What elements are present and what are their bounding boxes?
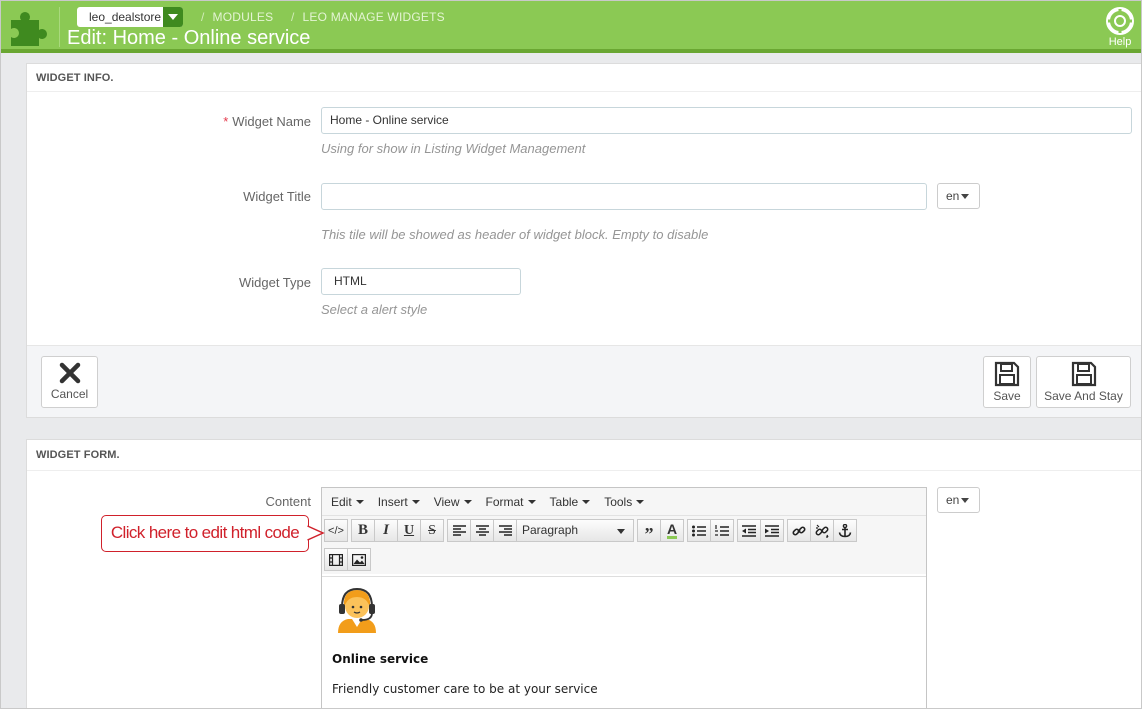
- image-icon: [352, 553, 366, 566]
- store-select-value: leo_dealstore: [89, 10, 162, 24]
- top-header: leo_dealstore / MODULES / LEO MANAGE WIDGE…: [1, 1, 1141, 53]
- numbered-list-button[interactable]: [710, 519, 734, 542]
- caret-down-icon: [961, 498, 970, 503]
- numbered-list-icon: [715, 524, 729, 536]
- store-select[interactable]: leo_dealstore: [77, 7, 183, 27]
- widget-title-hint: This tile will be showed as header of wi…: [321, 227, 709, 242]
- widget-title-label: Widget Title: [243, 189, 311, 204]
- content-label: Content: [265, 494, 311, 509]
- bold-button[interactable]: B: [351, 519, 375, 542]
- align-center-icon: [475, 524, 489, 536]
- breadcrumb-leo-manage-widgets[interactable]: / LEO MANAGE WIDGETS: [291, 10, 445, 24]
- editor-content-area[interactable]: Online service Friendly customer care to…: [322, 576, 926, 708]
- content-language-button[interactable]: en: [937, 487, 980, 513]
- indent-icon: [765, 524, 779, 537]
- page-title: Edit: Home - Online service: [67, 27, 311, 49]
- widget-name-input[interactable]: Home - Online service: [321, 107, 1132, 134]
- widget-type-label: Widget Type: [238, 275, 311, 290]
- panel-footer: Cancel Save Save And Stay: [27, 345, 1141, 417]
- widget-type-select[interactable]: HTML: [321, 268, 521, 295]
- chevron-down-icon: [163, 7, 183, 27]
- align-center-button[interactable]: [470, 519, 494, 542]
- source-code-button[interactable]: </>: [324, 519, 348, 542]
- editor-toolbar-row-2: [322, 545, 926, 574]
- insert-link-button[interactable]: [787, 519, 811, 542]
- bullet-list-icon: [692, 525, 706, 536]
- align-left-icon: [452, 524, 466, 536]
- widget-info-panel: WIDGET INFO. * Widget Name Home - Online …: [26, 63, 1141, 418]
- callout-pointer: [307, 525, 325, 541]
- strikethrough-button[interactable]: S: [420, 519, 444, 542]
- cancel-button[interactable]: Cancel: [41, 356, 98, 408]
- help-button[interactable]: Help: [1103, 7, 1137, 48]
- underline-button[interactable]: U: [397, 519, 421, 542]
- breadcrumb-modules[interactable]: / MODULES: [201, 10, 273, 24]
- anchor-button[interactable]: [833, 519, 857, 542]
- editor-toolbar-row-1: </> B I U S Paragraph ” A: [322, 516, 926, 545]
- help-label: Help: [1108, 36, 1132, 48]
- save-and-stay-button[interactable]: Save And Stay: [1036, 356, 1131, 408]
- editor-menubar: Edit Insert View Format Table Tools: [322, 488, 926, 516]
- widget-name-hint: Using for show in Listing Widget Managem…: [321, 141, 586, 156]
- block-format-select[interactable]: Paragraph: [516, 519, 634, 542]
- annotation-callout: Click here to edit html code: [101, 515, 309, 552]
- puzzle-icon: [11, 12, 47, 46]
- header-separator: [59, 7, 60, 47]
- remove-link-button[interactable]: [810, 519, 834, 542]
- align-left-button[interactable]: [447, 519, 471, 542]
- widget-type-hint: Select a alert style: [321, 302, 428, 317]
- bullet-list-button[interactable]: [687, 519, 711, 542]
- menu-format[interactable]: Format: [479, 495, 543, 509]
- rich-text-editor: Edit Insert View Format Table Tools </> …: [321, 487, 927, 708]
- align-right-button[interactable]: [493, 519, 517, 542]
- unlink-icon: [815, 524, 829, 538]
- floppy-disk-icon: [994, 361, 1020, 387]
- text-color-icon: A: [666, 521, 678, 539]
- film-icon: [329, 553, 343, 566]
- caret-down-icon: [961, 194, 970, 199]
- text-color-button[interactable]: A: [660, 519, 684, 542]
- menu-view[interactable]: View: [427, 495, 479, 509]
- menu-tools[interactable]: Tools: [597, 495, 651, 509]
- customer-service-icon: [338, 587, 376, 633]
- blockquote-button[interactable]: ”: [637, 519, 661, 543]
- menu-table[interactable]: Table: [543, 495, 598, 509]
- widget-title-input[interactable]: [321, 183, 927, 210]
- title-language-button[interactable]: en: [937, 183, 980, 209]
- indent-button[interactable]: [760, 519, 784, 542]
- outdent-icon: [742, 524, 756, 537]
- widget-name-label: * Widget Name: [223, 114, 311, 129]
- italic-button[interactable]: I: [374, 519, 398, 542]
- app-window: leo_dealstore / MODULES / LEO MANAGE WIDGE…: [0, 0, 1142, 709]
- widget-info-heading: WIDGET INFO.: [27, 64, 1141, 92]
- widget-form-panel: WIDGET FORM. Content Edit Insert View Fo…: [26, 439, 1141, 708]
- outdent-button[interactable]: [737, 519, 761, 542]
- content-paragraph: Friendly customer care to be at your ser…: [332, 682, 598, 696]
- widget-form-heading: WIDGET FORM.: [27, 440, 1141, 471]
- lifebuoy-icon: [1106, 7, 1134, 35]
- insert-video-button[interactable]: [324, 548, 348, 571]
- save-button[interactable]: Save: [983, 356, 1031, 408]
- link-icon: [792, 525, 806, 536]
- floppy-disk-icon: [1071, 361, 1096, 387]
- anchor-icon: [838, 523, 852, 537]
- align-right-icon: [498, 524, 512, 536]
- close-icon: [59, 362, 80, 384]
- menu-insert[interactable]: Insert: [371, 495, 427, 509]
- required-marker: *: [223, 114, 229, 129]
- menu-edit[interactable]: Edit: [324, 495, 371, 509]
- insert-image-button[interactable]: [347, 548, 371, 571]
- caret-down-icon: [617, 529, 625, 534]
- content-heading: Online service: [332, 652, 429, 666]
